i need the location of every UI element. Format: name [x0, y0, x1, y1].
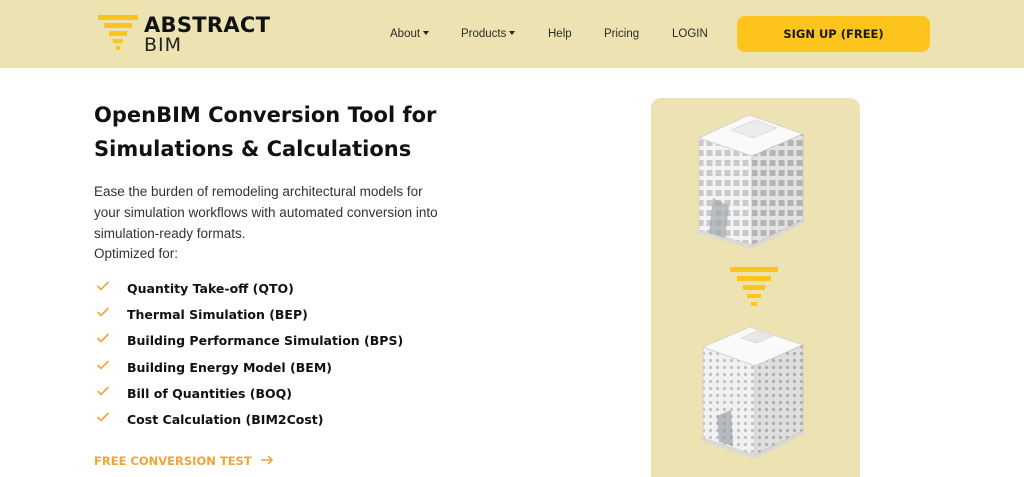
check-icon: [96, 307, 110, 317]
feature-label: Building Energy Model (BEM): [127, 360, 332, 375]
feature-item: Bill of Quantities (BOQ): [94, 385, 494, 405]
title-line-1: OpenBIM Conversion Tool for: [94, 103, 437, 127]
chevron-down-icon: [509, 31, 516, 35]
cta-label: FREE CONVERSION TEST: [94, 454, 252, 468]
chevron-down-icon: [423, 31, 430, 35]
architectural-building-model: [697, 114, 805, 459]
feature-item: Thermal Simulation (BEP): [94, 306, 494, 326]
feature-label: Thermal Simulation (BEP): [127, 307, 308, 322]
feature-label: Bill of Quantities (BOQ): [127, 386, 292, 401]
abstract-bim-logo[interactable]: ABSTRACT BIM: [98, 13, 288, 58]
title-line-2: Simulations & Calculations: [94, 137, 412, 161]
desc-line-3: simulation-ready formats.: [94, 226, 246, 241]
feature-item: Quantity Take-off (QTO): [94, 280, 494, 300]
hero-description: Ease the burden of remodeling architectu…: [94, 181, 514, 244]
nav-about-label: About: [390, 28, 421, 40]
nav-about[interactable]: About: [390, 27, 430, 41]
desc-line-2: your simulation workflows with automated…: [94, 205, 438, 220]
nav-pricing[interactable]: Pricing: [604, 27, 639, 41]
optimized-for-label: Optimized for:: [94, 246, 179, 261]
check-icon: [96, 333, 110, 343]
nav-login[interactable]: LOGIN: [672, 27, 708, 41]
check-icon: [96, 386, 110, 396]
desc-line-1: Ease the burden of remodeling architectu…: [94, 184, 423, 199]
check-icon: [96, 360, 110, 370]
funnel-logo-icon: [98, 15, 138, 50]
logo-wordmark-bim: BIM: [144, 34, 183, 56]
feature-item: Building Performance Simulation (BPS): [94, 332, 494, 352]
site-header: ABSTRACT BIM About Products Help Pricing…: [0, 0, 1024, 68]
nav-help[interactable]: Help: [548, 27, 572, 41]
feature-label: Building Performance Simulation (BPS): [127, 333, 404, 348]
feature-item: Cost Calculation (BIM2Cost): [94, 411, 494, 431]
nav-products-label: Products: [461, 28, 507, 40]
free-conversion-test-link[interactable]: FREE CONVERSION TEST: [94, 453, 274, 469]
nav-products[interactable]: Products: [461, 27, 516, 41]
feature-item: Building Energy Model (BEM): [94, 359, 494, 379]
page-title: OpenBIM Conversion Tool for Simulations …: [94, 98, 514, 166]
arrow-right-icon: [261, 455, 274, 465]
check-icon: [96, 412, 110, 422]
signup-button[interactable]: SIGN UP (FREE): [737, 16, 930, 52]
check-icon: [96, 281, 110, 291]
illustration-panel: [651, 98, 860, 477]
feature-label: Cost Calculation (BIM2Cost): [127, 412, 324, 427]
feature-label: Quantity Take-off (QTO): [127, 281, 294, 296]
